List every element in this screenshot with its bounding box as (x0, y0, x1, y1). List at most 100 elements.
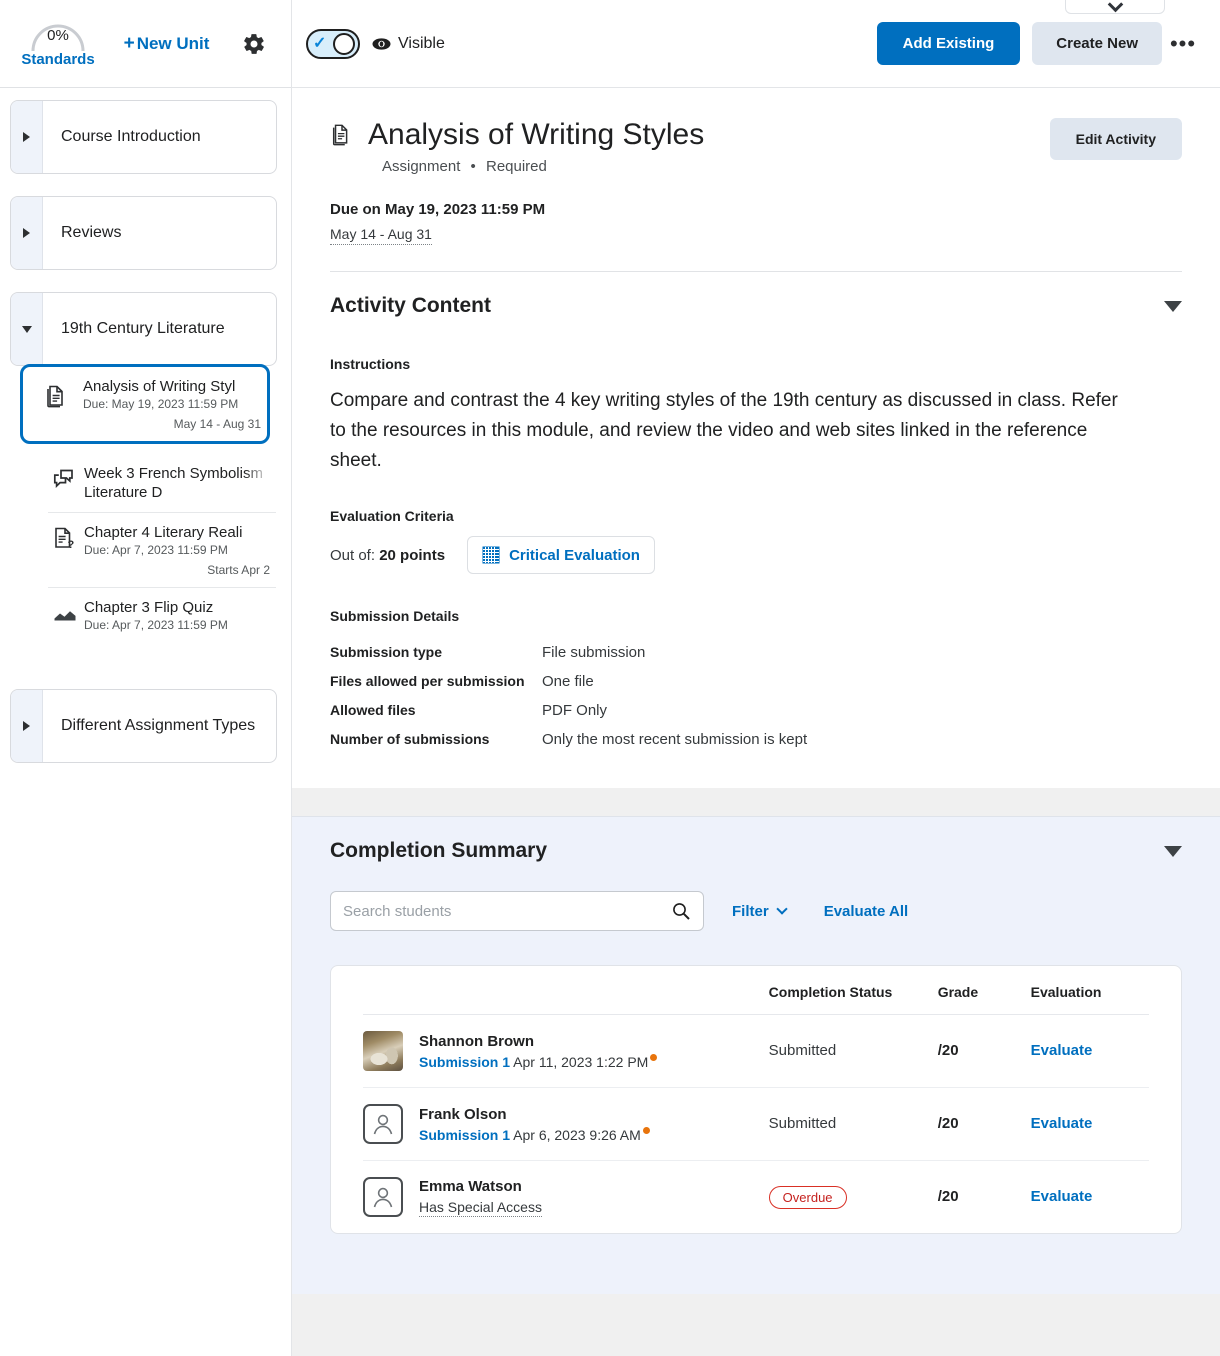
gear-icon (242, 32, 266, 56)
submission-link[interactable]: Submission 1 (419, 1054, 510, 1070)
status-badge: Overdue (769, 1186, 847, 1209)
discussion-icon (52, 466, 78, 492)
chevron-right-icon (23, 721, 30, 731)
grade-cell: /20 (938, 1161, 1031, 1234)
evaluate-all-button[interactable]: Evaluate All (824, 903, 908, 920)
activity-item-chapter-3-flip-quiz[interactable]: Chapter 3 Flip Quiz Due: Apr 7, 2023 11:… (48, 587, 276, 643)
unit-card-19th-century-literature[interactable]: 19th Century Literature (10, 292, 277, 366)
evaluate-link[interactable]: Evaluate (1031, 1042, 1093, 1059)
completion-summary-header: Completion Summary (330, 817, 1182, 871)
visible-label: Visible (398, 35, 445, 53)
grade-value: /20 (938, 1115, 959, 1132)
more-options-icon[interactable]: ••• (1162, 31, 1204, 57)
detail-key: Allowed files (330, 696, 542, 725)
evaluate-link[interactable]: Evaluate (1031, 1188, 1093, 1205)
unit-collapse-toggle[interactable] (11, 293, 43, 365)
svg-text:?: ? (68, 539, 75, 551)
collapse-section-icon[interactable] (1164, 301, 1182, 312)
completion-status-cell: Submitted (769, 1015, 938, 1088)
detail-value: One file (542, 667, 807, 696)
chevron-right-icon (23, 132, 30, 142)
settings-button[interactable] (231, 32, 277, 56)
submission-time: Apr 6, 2023 9:26 AM (513, 1127, 641, 1143)
special-access-label[interactable]: Has Special Access (419, 1199, 542, 1217)
assignment-icon (330, 122, 354, 148)
person-icon (370, 1184, 396, 1210)
activity-range: May 14 - Aug 31 (83, 417, 261, 431)
completion-summary-section: Completion Summary Filter (292, 816, 1220, 1294)
submission-time: Apr 11, 2023 1:22 PM (513, 1054, 648, 1070)
out-of-label: Out of: 20 points (330, 547, 445, 564)
activity-due: Due: Apr 7, 2023 11:59 PM (84, 618, 270, 632)
student-cell: Emma Watson Has Special Access (363, 1161, 769, 1234)
unread-dot-icon (643, 1127, 650, 1134)
new-unit-label: New Unit (137, 34, 210, 54)
evaluation-criteria-heading: Evaluation Criteria (330, 508, 1182, 524)
chevron-down-icon (22, 326, 32, 333)
status-text: Submitted (769, 1042, 837, 1059)
collapse-section-icon[interactable] (1164, 846, 1182, 857)
unit-children: Analysis of Writing Styl Due: May 19, 20… (48, 364, 276, 643)
students-table: Completion Status Grade Evaluation (363, 966, 1149, 1233)
activity-item-week-3-french-symbolism[interactable]: Week 3 French Symbolism Literature D (48, 450, 276, 512)
detail-key: Submission type (330, 638, 542, 667)
activity-card: Analysis of Writing Styles Assignment • … (292, 88, 1220, 788)
edit-activity-button[interactable]: Edit Activity (1050, 118, 1182, 160)
filter-button[interactable]: Filter (732, 903, 786, 920)
activity-title: Week 3 French Symbolism Literature D (84, 464, 270, 502)
unit-title: Course Introduction (43, 101, 276, 173)
standards-widget[interactable]: 0% Standards (14, 20, 102, 68)
submission-details-table: Submission type File submission Files al… (330, 638, 807, 754)
search-icon[interactable] (671, 901, 691, 921)
student-cell: Shannon Brown Submission 1 Apr 11, 2023 … (363, 1015, 769, 1088)
rubric-name: Critical Evaluation (509, 547, 640, 564)
check-icon: ✓ (313, 36, 326, 52)
create-new-button[interactable]: Create New (1032, 22, 1162, 65)
unit-title: Reviews (43, 197, 276, 269)
unit-card-course-introduction[interactable]: Course Introduction (10, 100, 277, 174)
search-box[interactable] (330, 891, 704, 931)
activity-title: Chapter 4 Literary Reali (84, 523, 270, 542)
unit-card-reviews[interactable]: Reviews (10, 196, 277, 270)
flipquiz-icon (52, 602, 78, 628)
avatar (363, 1031, 403, 1071)
add-existing-button[interactable]: Add Existing (877, 22, 1021, 65)
activity-item-analysis-of-writing-styles[interactable]: Analysis of Writing Styl Due: May 19, 20… (20, 364, 270, 444)
rubric-chip[interactable]: Critical Evaluation (467, 536, 655, 574)
grade-value: /20 (938, 1042, 959, 1059)
activity-header: Analysis of Writing Styles Assignment • … (330, 88, 1182, 175)
activity-content-header: Activity Content (330, 272, 1182, 326)
column-header-completion-status: Completion Status (769, 966, 938, 1015)
activity-detail-pane: ✓ Visible Add Existing Create New ••• (292, 0, 1220, 1356)
students-card: Completion Status Grade Evaluation (330, 965, 1182, 1234)
activity-availability-range[interactable]: May 14 - Aug 31 (330, 226, 432, 245)
unit-card-different-assignment-types[interactable]: Different Assignment Types (10, 689, 277, 763)
search-input[interactable] (343, 903, 671, 920)
unit-expand-toggle[interactable] (11, 101, 43, 173)
submission-info: Submission 1 Apr 11, 2023 1:22 PM (419, 1054, 657, 1070)
activity-range: Starts Apr 2 (84, 563, 270, 577)
collapse-panel-button[interactable] (1065, 0, 1165, 14)
visibility-toggle[interactable]: ✓ (306, 29, 360, 59)
evaluate-link[interactable]: Evaluate (1031, 1115, 1093, 1132)
detail-key: Files allowed per submission (330, 667, 542, 696)
submission-info: Submission 1 Apr 6, 2023 9:26 AM (419, 1127, 650, 1143)
avatar (363, 1177, 403, 1217)
student-name: Emma Watson (419, 1178, 542, 1195)
submission-link[interactable]: Submission 1 (419, 1127, 510, 1143)
evaluation-criteria-row: Out of: 20 points Critical Evaluation (330, 536, 1182, 574)
activity-due: Due: May 19, 2023 11:59 PM (83, 397, 261, 411)
plus-icon: + (124, 33, 135, 55)
activity-item-chapter-4-literary-realism[interactable]: ? Chapter 4 Literary Reali Due: Apr 7, 2… (48, 512, 276, 587)
outline-header: 0% Standards + New Unit (0, 0, 291, 88)
submission-details-heading: Submission Details (330, 608, 1182, 624)
activity-title: Analysis of Writing Styl (83, 377, 261, 396)
table-header-row: Completion Status Grade Evaluation (363, 966, 1149, 1015)
toggle-knob (333, 33, 355, 55)
new-unit-button[interactable]: + New Unit (102, 33, 231, 55)
student-name: Frank Olson (419, 1106, 650, 1123)
unit-list: Course Introduction Reviews 19th Century… (0, 88, 291, 763)
unit-expand-toggle[interactable] (11, 690, 43, 762)
section-title: Activity Content (330, 294, 1164, 318)
unit-expand-toggle[interactable] (11, 197, 43, 269)
